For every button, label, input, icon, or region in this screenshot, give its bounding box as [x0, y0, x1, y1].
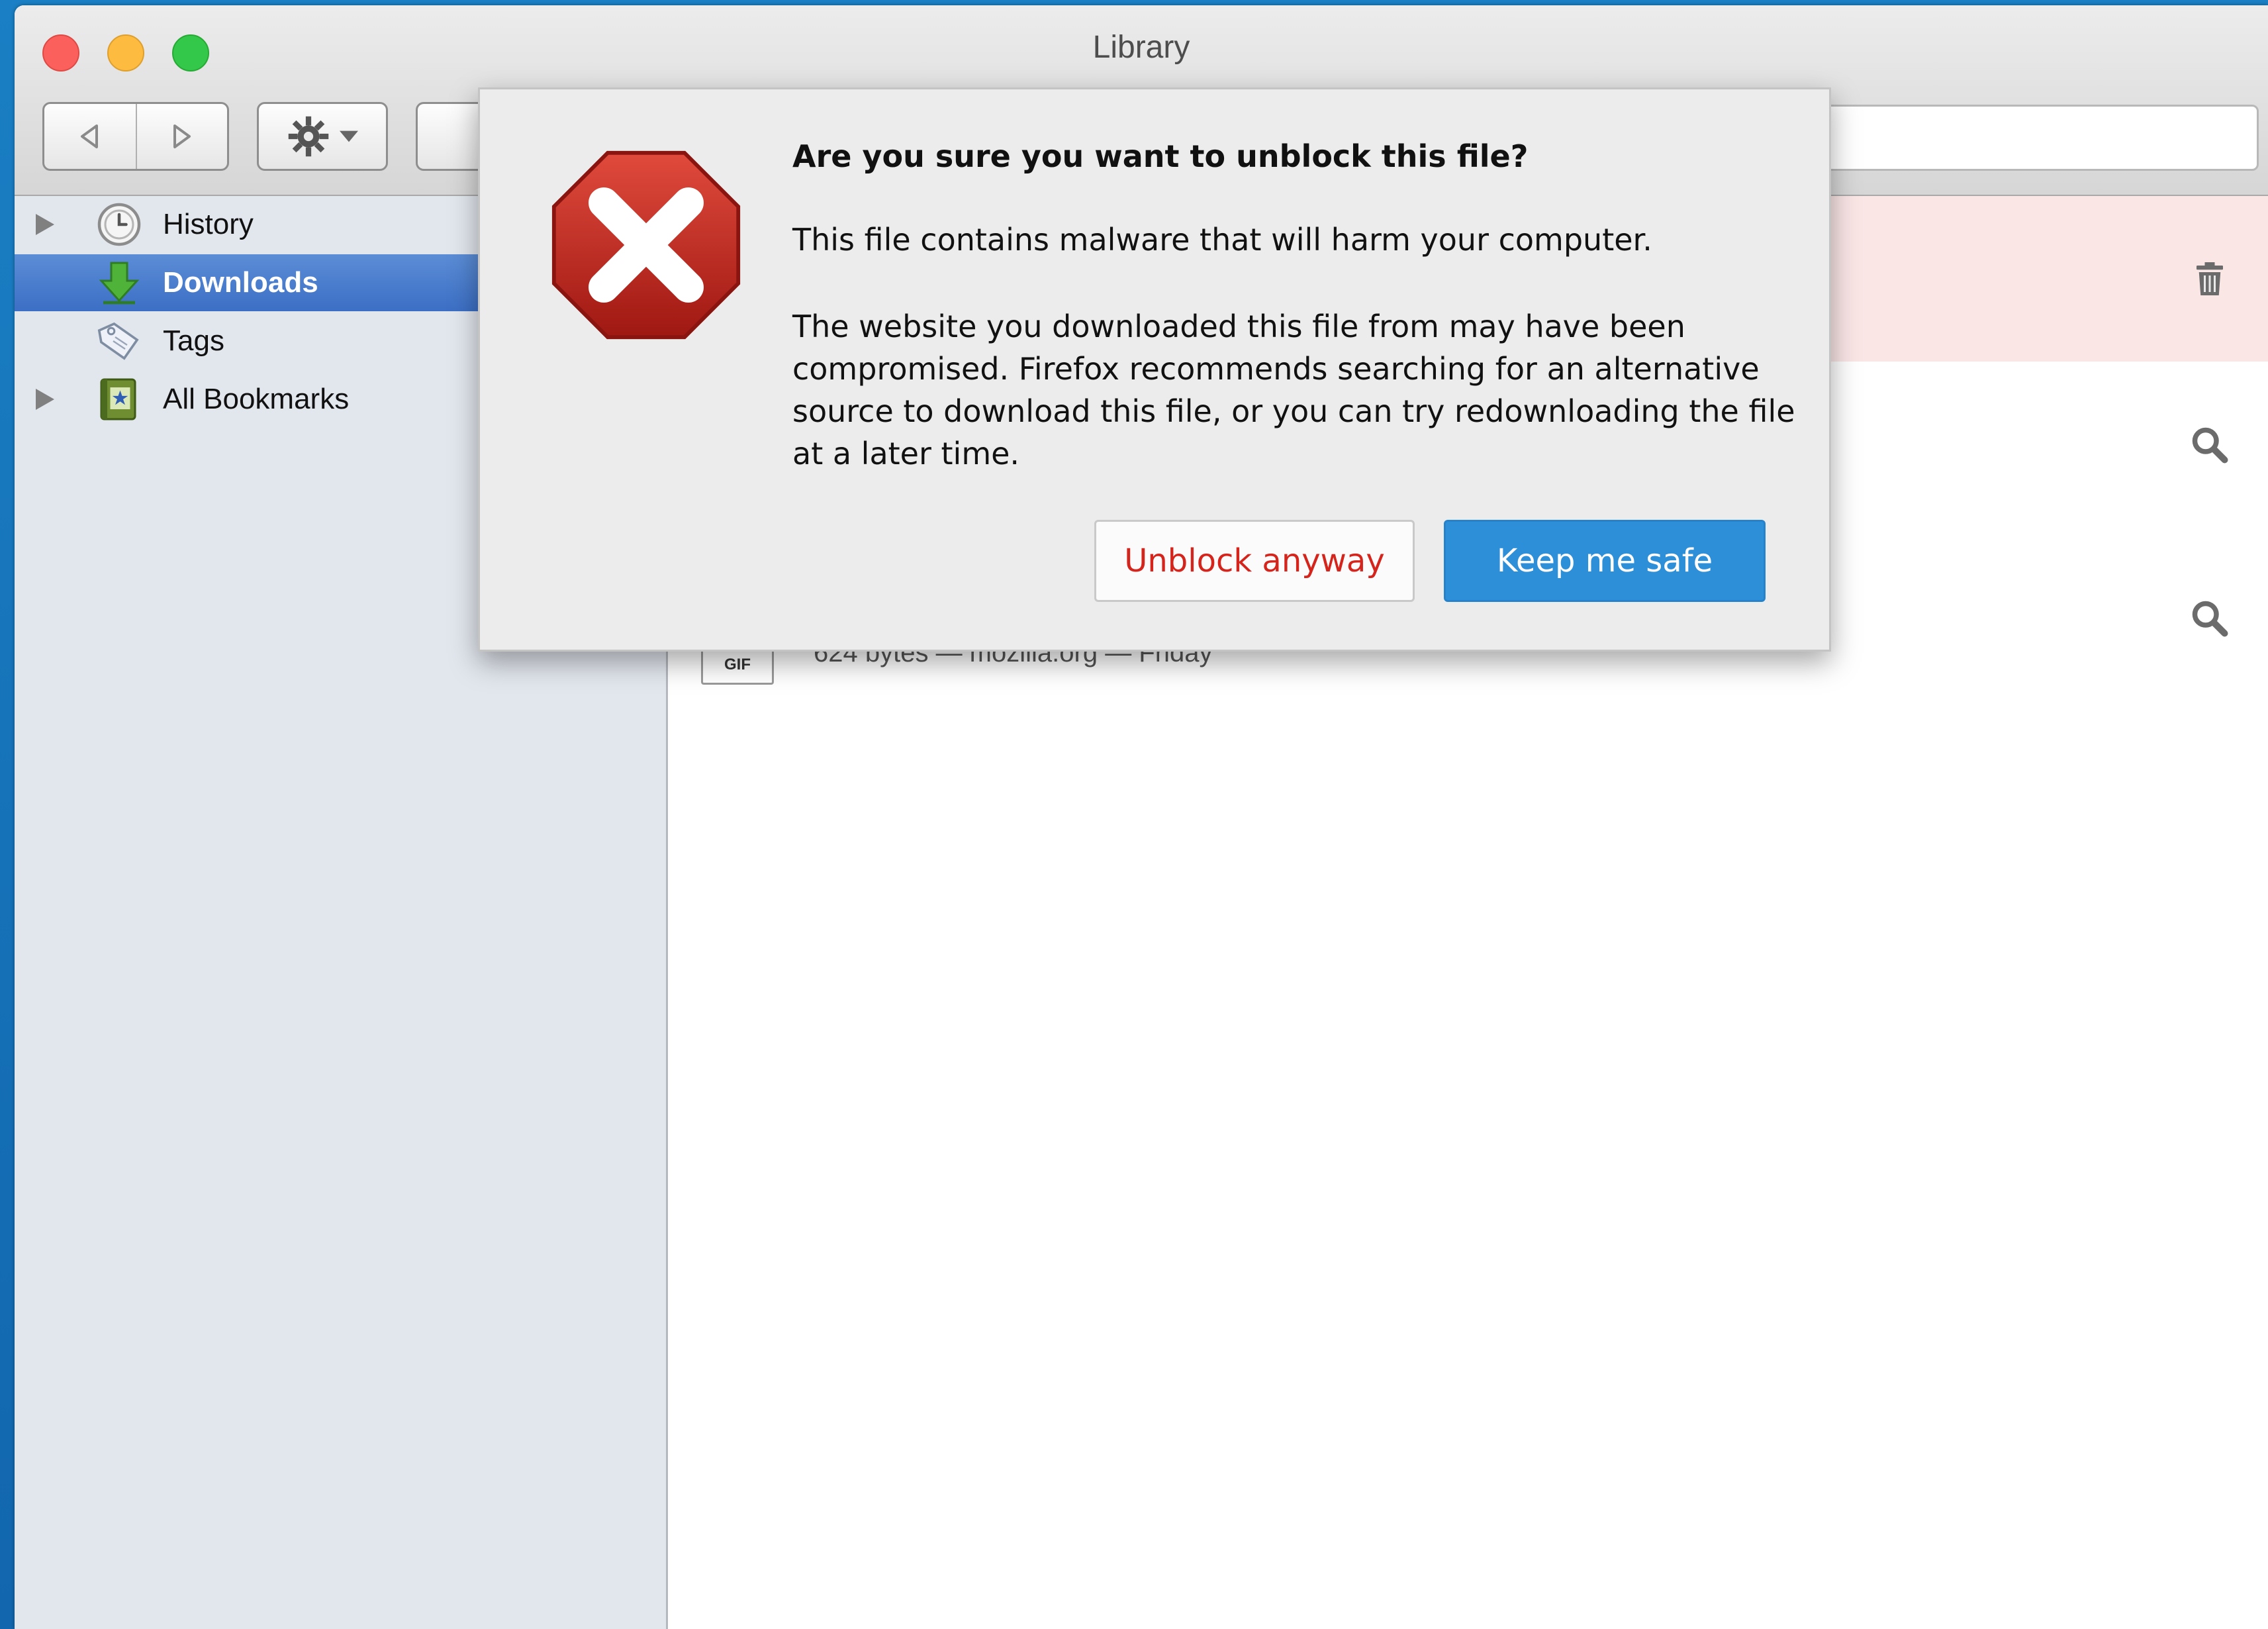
- keep-me-safe-button[interactable]: Keep me safe: [1444, 520, 1766, 602]
- sidebar-item-label: Tags: [163, 324, 224, 357]
- disclosure-triangle-icon[interactable]: [30, 386, 57, 413]
- library-window: Library History Downloads Tags All Bookm…: [15, 5, 2268, 1629]
- dialog-message: This file contains malware that will har…: [792, 222, 1652, 258]
- dialog-detail: The website you downloaded this file fro…: [792, 309, 1795, 471]
- unblock-anyway-button[interactable]: Unblock anyway: [1094, 520, 1415, 602]
- unblock-confirm-dialog: Are you sure you want to unblock this fi…: [478, 87, 1831, 652]
- download-arrow-icon: [99, 262, 140, 305]
- magnifier-icon[interactable]: [2190, 425, 2230, 465]
- window-title: Library: [1092, 30, 1190, 65]
- trash-icon[interactable]: [2190, 259, 2230, 299]
- forward-button[interactable]: [136, 104, 227, 169]
- bookmarks-book-icon: [100, 378, 136, 420]
- dialog-title: Are you sure you want to unblock this fi…: [792, 138, 1529, 174]
- sidebar-item-label: Downloads: [163, 266, 318, 299]
- sidebar-item-label: History: [163, 208, 254, 240]
- sidebar-item-label: All Bookmarks: [163, 383, 350, 415]
- forward-arrow-icon: [173, 124, 191, 148]
- disclosure-triangle-icon[interactable]: [30, 211, 57, 238]
- magnifier-icon[interactable]: [2190, 599, 2230, 638]
- clock-icon: [97, 203, 141, 246]
- back-button[interactable]: [44, 104, 137, 169]
- nav-button-group: [42, 102, 229, 171]
- gear-icon: [288, 116, 329, 157]
- tag-icon: [97, 322, 139, 360]
- search-input[interactable]: [1802, 105, 2259, 171]
- chevron-down-icon: [340, 130, 358, 142]
- stop-x-icon: [551, 150, 741, 340]
- back-arrow-icon: [81, 124, 98, 148]
- organize-button[interactable]: [257, 102, 388, 171]
